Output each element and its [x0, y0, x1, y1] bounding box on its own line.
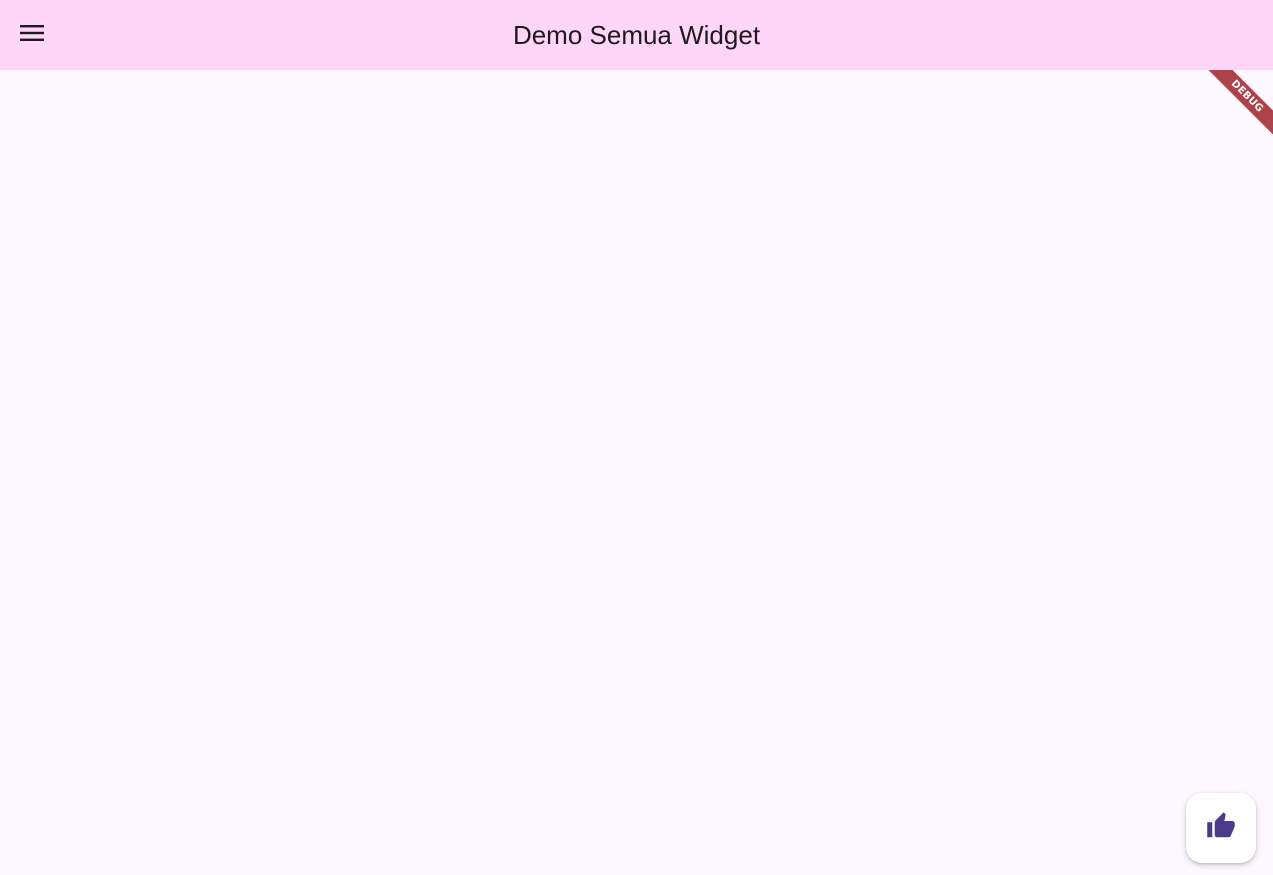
thumb-up-icon — [1205, 811, 1237, 846]
like-fab-button[interactable] — [1186, 793, 1256, 863]
app-title: Demo Semua Widget — [512, 20, 761, 50]
app-bar: Demo Semua Widget — [0, 0, 1273, 70]
page-body — [0, 70, 1273, 875]
